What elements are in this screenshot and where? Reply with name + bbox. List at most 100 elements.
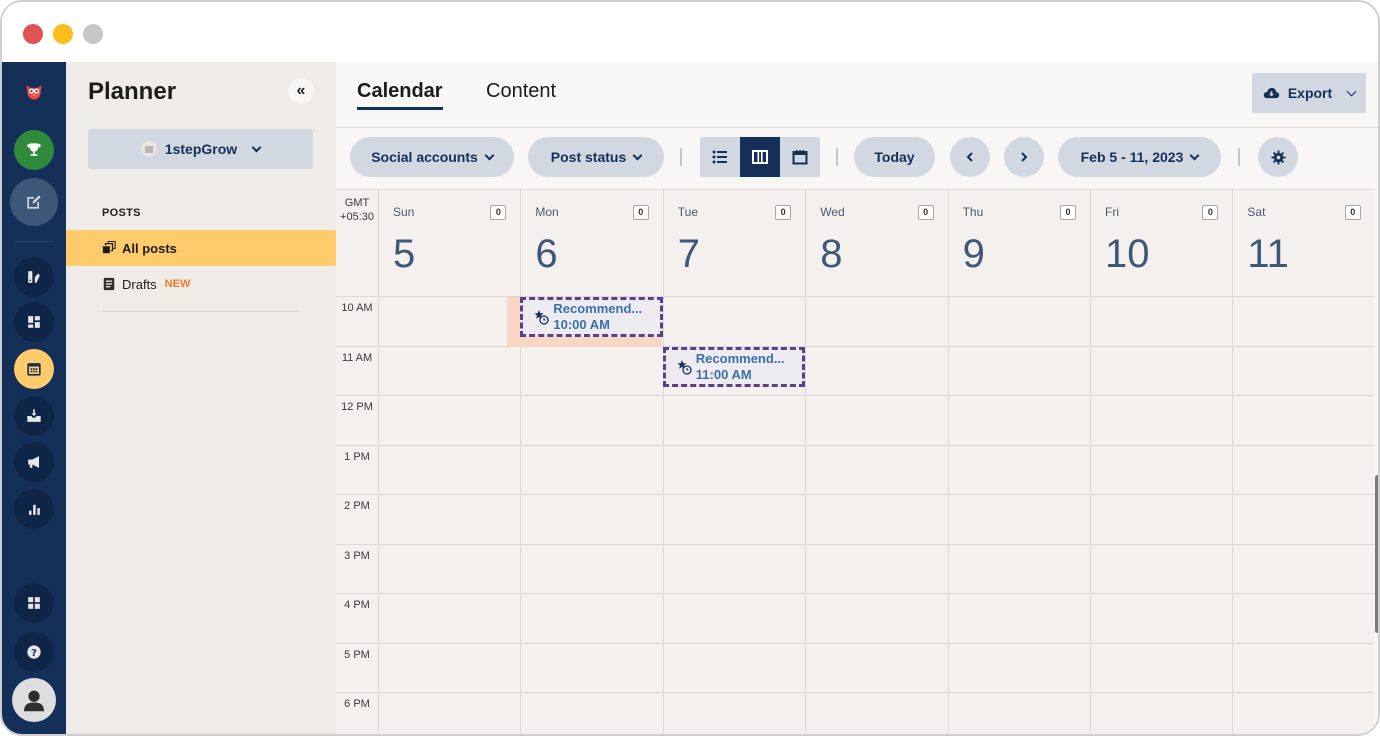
nav-drafts[interactable]: Drafts NEW (66, 266, 336, 302)
cloud-download-icon (1263, 87, 1279, 99)
day-column-sat[interactable]: Sat 0 11 (1232, 190, 1374, 734)
day-name: Sun (393, 205, 415, 219)
day-column-sun[interactable]: Sun 0 5 (378, 190, 520, 734)
hour-divider (336, 395, 1374, 396)
previous-week-button[interactable] (950, 137, 990, 177)
minimize-window-button[interactable] (53, 24, 73, 44)
hour-divider (336, 593, 1374, 594)
post-status-label: Post status (550, 149, 627, 165)
main-panel: Calendar Content Export Social accounts … (336, 62, 1378, 734)
list-icon (712, 150, 727, 164)
post-status-filter[interactable]: Post status (528, 137, 664, 177)
close-window-button[interactable] (23, 24, 43, 44)
post-time: 10:00 AM (553, 317, 610, 332)
analytics-icon (29, 504, 40, 515)
title-bar (2, 2, 1378, 62)
scheduled-post-card[interactable]: Recommend... 11:00 AM (662, 346, 806, 387)
tab-calendar[interactable]: Calendar (357, 80, 443, 110)
rail-brand[interactable] (14, 257, 54, 297)
new-badge: NEW (164, 278, 191, 290)
tab-content[interactable]: Content (486, 80, 556, 103)
post-count-badge: 0 (490, 205, 507, 220)
post-title: Recommend... (695, 350, 785, 366)
day-name: Fri (1105, 205, 1119, 219)
scheduled-post-card[interactable]: Recommend... 10:00 AM (520, 297, 663, 337)
post-count-badge: 0 (1344, 205, 1361, 220)
calendar-icon (27, 363, 41, 376)
chevron-down-icon (1346, 86, 1357, 96)
rail-help[interactable]: ? (14, 632, 54, 672)
day-column-tue[interactable]: Tue 0 7 (662, 190, 805, 734)
chevron-down-icon (484, 150, 495, 160)
nav-drafts-label: Drafts (122, 276, 157, 292)
export-button[interactable]: Export (1252, 73, 1366, 113)
hour-label: 10 AM (341, 302, 373, 314)
hour-label: 4 PM (344, 599, 370, 611)
nav-all-posts[interactable]: All posts (66, 230, 336, 266)
day-column-wed[interactable]: Wed 0 8 (805, 190, 947, 734)
month-view-button[interactable] (780, 137, 820, 177)
dashboard-icon (28, 316, 40, 328)
icon-rail: ? (2, 62, 66, 734)
org-name: 1stepGrow (164, 141, 238, 157)
hour-divider (336, 494, 1374, 495)
post-time: 11:00 AM (695, 366, 752, 382)
hour-divider (336, 692, 1374, 693)
app-window: ? Planner « 1stepGrow POSTS All posts Dr… (0, 0, 1380, 736)
hootsuite-logo[interactable] (14, 72, 54, 112)
week-view-button[interactable] (740, 137, 780, 177)
rail-compose[interactable] (10, 178, 58, 226)
rail-advertise[interactable] (14, 442, 54, 482)
hour-label: 12 PM (341, 401, 373, 413)
social-accounts-filter[interactable]: Social accounts (350, 137, 514, 177)
day-number[interactable]: 5 (393, 232, 415, 277)
collapse-sidebar-button[interactable]: « (288, 78, 314, 104)
view-mode-toggle (700, 137, 820, 177)
day-column-thu[interactable]: Thu 0 9 (947, 190, 1090, 734)
organization-select[interactable]: 1stepGrow (88, 129, 313, 169)
chevron-down-icon (1189, 150, 1200, 160)
day-name: Sat (1247, 205, 1266, 219)
settings-button[interactable] (1258, 137, 1298, 177)
day-number[interactable]: 10 (1105, 232, 1150, 277)
chevron-down-icon (632, 150, 643, 160)
chevron-right-icon (1021, 152, 1028, 162)
rail-planner[interactable] (14, 349, 54, 389)
day-column-fri[interactable]: Fri 0 10 (1090, 190, 1232, 734)
recommended-time-icon (677, 359, 692, 375)
hour-label: 6 PM (344, 698, 370, 710)
rail-streams[interactable] (14, 302, 54, 342)
hour-label: 5 PM (344, 648, 370, 661)
post-title: Recommend... (553, 301, 643, 316)
day-number[interactable]: 7 (678, 232, 700, 277)
day-number[interactable]: 8 (820, 232, 842, 277)
toolbar-divider (680, 148, 682, 166)
timezone-line-1: GMT (344, 197, 370, 209)
rail-analytics[interactable] (14, 489, 54, 529)
planner-sidebar: Planner « 1stepGrow POSTS All posts Draf… (66, 62, 336, 734)
day-column-mon[interactable]: Mon 0 6 (520, 190, 662, 734)
document-icon (103, 277, 115, 291)
header-divider (336, 296, 1374, 297)
day-number[interactable]: 9 (963, 232, 985, 277)
today-button[interactable]: Today (854, 137, 935, 177)
rail-apps[interactable] (14, 583, 54, 623)
brand-icon (28, 271, 40, 283)
megaphone-icon (28, 456, 39, 468)
list-view-button[interactable] (700, 137, 740, 177)
zoom-window-button[interactable] (83, 24, 103, 44)
help-icon: ? (27, 645, 41, 659)
rail-inbox[interactable] (14, 396, 54, 436)
day-number[interactable]: 6 (535, 232, 557, 277)
compose-icon (27, 195, 41, 209)
calendar-scrollbar[interactable] (1375, 475, 1378, 633)
trophy-icon (27, 143, 41, 156)
recommended-time-icon (534, 310, 550, 325)
day-name: Wed (820, 205, 845, 219)
date-range-picker[interactable]: Feb 5 - 11, 2023 (1058, 137, 1221, 177)
day-number[interactable]: 11 (1247, 232, 1289, 277)
post-count-badge: 0 (917, 205, 934, 220)
rail-profile[interactable] (12, 678, 56, 722)
next-week-button[interactable] (1004, 137, 1044, 177)
rail-achievements[interactable] (14, 130, 54, 170)
